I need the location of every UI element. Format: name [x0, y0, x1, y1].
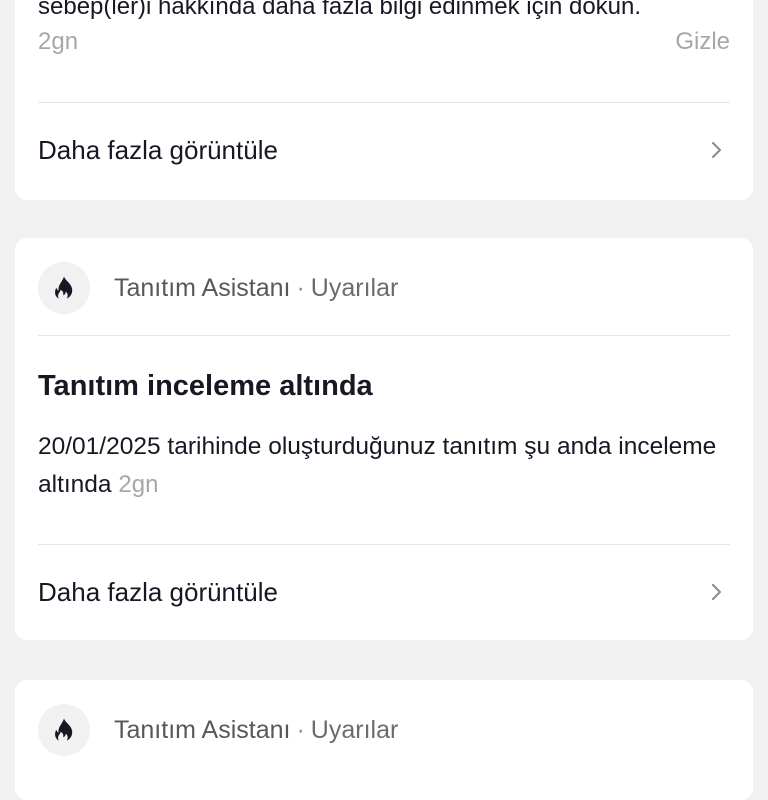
flame-icon [55, 276, 73, 299]
separator-dot: · [296, 715, 305, 744]
sender-avatar [38, 262, 90, 314]
notification-category: Uyarılar [310, 273, 399, 302]
divider [38, 102, 730, 103]
notification-category: Uyarılar [310, 715, 399, 744]
notification-header: Tanıtım Asistanı · Uyarılar [38, 260, 398, 316]
notification-body: 20/01/2025 tarihinde oluşturduğunuz tanı… [38, 428, 718, 504]
divider [38, 544, 730, 545]
notification-card-next[interactable]: Tanıtım Asistanı · Uyarılar [15, 680, 753, 800]
notification-header: Tanıtım Asistanı · Uyarılar [38, 702, 398, 758]
notification-body: sebep(ler)i hakkında daha fazla bilgi ed… [38, 0, 642, 20]
chevron-right-icon [712, 584, 721, 600]
notification-card[interactable]: Tanıtım Asistanı · Uyarılar Tanıtım incele… [15, 238, 753, 640]
sender-line: Tanıtım Asistanı · Uyarılar [114, 274, 398, 303]
sender-avatar [38, 704, 90, 756]
flame-icon [55, 718, 73, 741]
separator-dot: · [296, 273, 305, 302]
sender-name: Tanıtım Asistanı [114, 715, 291, 744]
divider [38, 335, 730, 336]
notification-card-previous[interactable]: sebep(ler)i hakkında daha fazla bilgi ed… [15, 0, 753, 200]
view-more-row[interactable]: Daha fazla görüntüle [15, 120, 753, 180]
sender-line: Tanıtım Asistanı · Uyarılar [114, 716, 398, 745]
notification-time: 2gn [118, 471, 159, 498]
notification-title: Tanıtım inceleme altında [38, 370, 373, 402]
sender-name: Tanıtım Asistanı [114, 273, 291, 302]
view-more-label: Daha fazla görüntüle [38, 135, 278, 165]
notification-time: 2gn [38, 28, 79, 55]
view-more-label: Daha fazla görüntüle [38, 577, 278, 607]
view-more-row[interactable]: Daha fazla görüntüle [15, 562, 753, 622]
chevron-right-icon [712, 142, 721, 158]
hide-button[interactable]: Gizle [675, 28, 730, 56]
